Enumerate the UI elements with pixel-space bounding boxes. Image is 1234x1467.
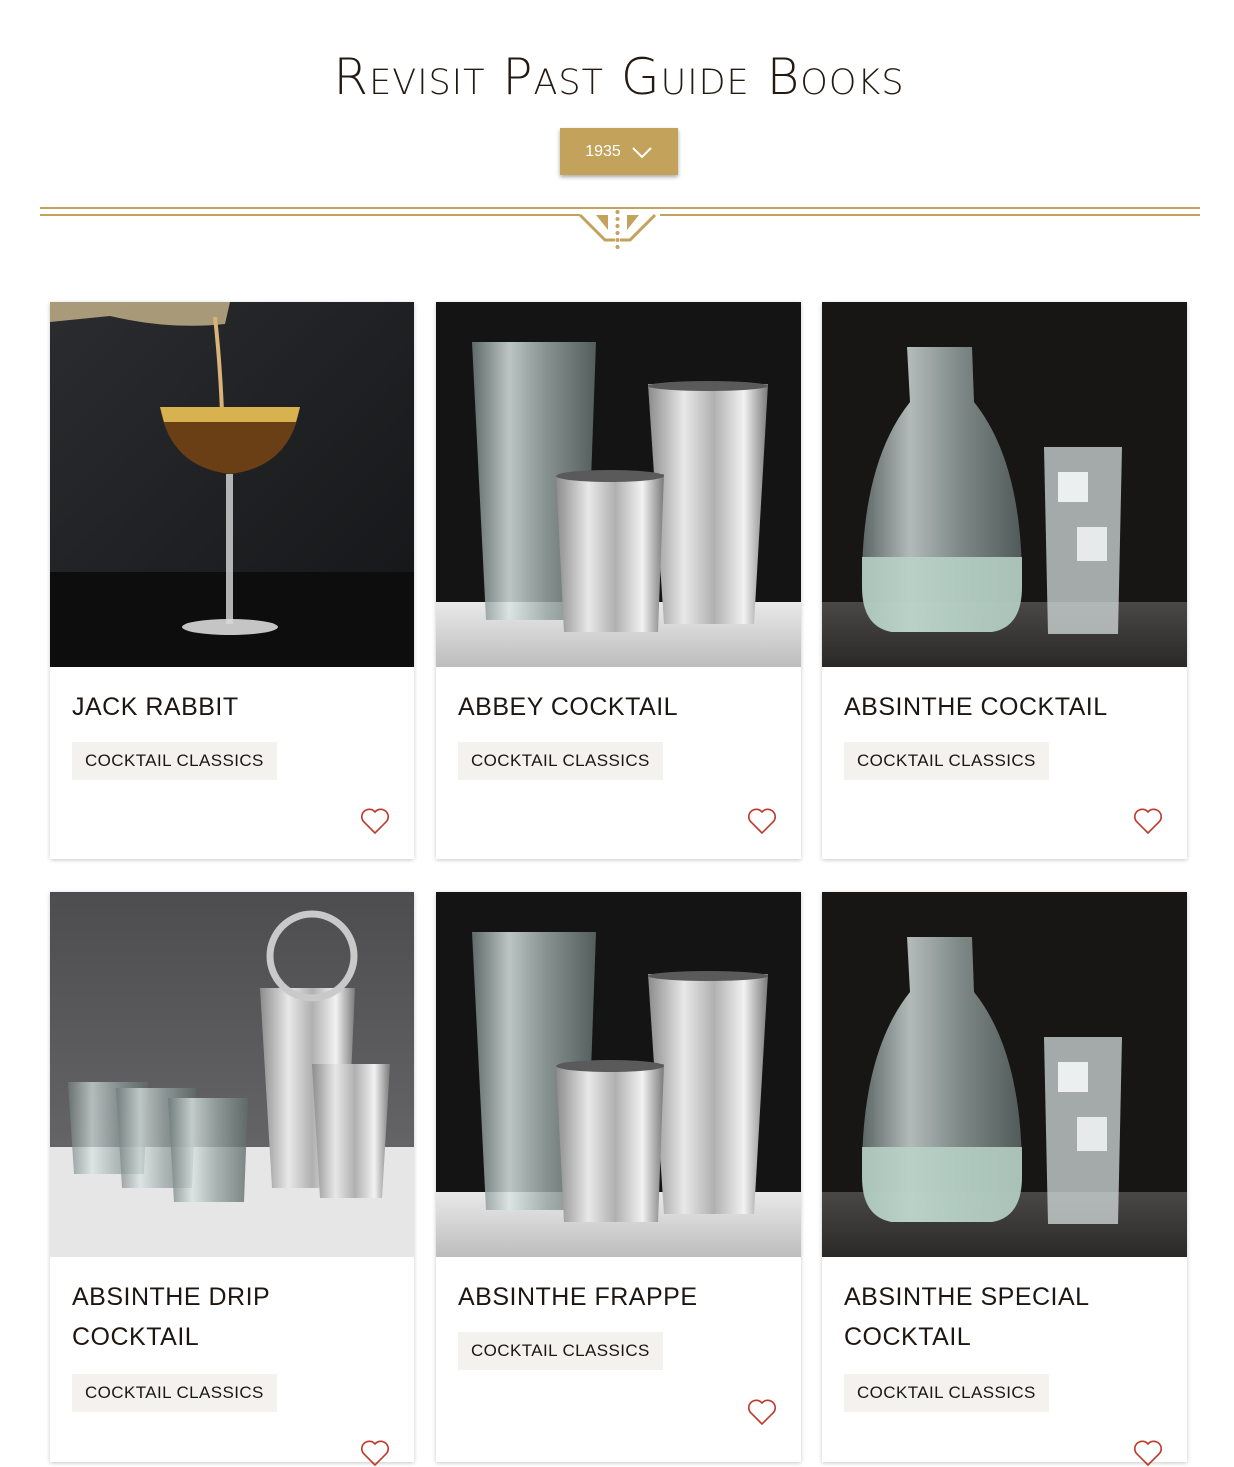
recipe-title[interactable]: Absinthe Cocktail: [844, 687, 1165, 727]
year-select[interactable]: 1935: [560, 128, 678, 175]
recipe-card[interactable]: Absinthe Cocktail Cocktail Classics: [822, 302, 1187, 859]
page-title: Revisit Past Guide Books: [333, 48, 905, 106]
favorite-button[interactable]: [747, 807, 777, 835]
carafe-and-highball-photo: [822, 892, 1187, 1257]
shaker-tins-photo: [436, 302, 801, 667]
recipe-image[interactable]: [50, 302, 414, 667]
recipe-title[interactable]: Abbey Cocktail: [458, 687, 779, 727]
recipe-card[interactable]: Absinthe Frappe Cocktail Classics: [436, 892, 801, 1462]
recipe-card[interactable]: Absinthe Special Cocktail Cocktail Class…: [822, 892, 1187, 1467]
favorite-button[interactable]: [747, 1398, 777, 1426]
year-select-value: 1935: [585, 142, 621, 160]
heart-outline-icon: [360, 807, 390, 835]
recipe-tag[interactable]: Cocktail Classics: [72, 742, 277, 780]
recipe-image[interactable]: [822, 302, 1187, 667]
recipe-tag[interactable]: Cocktail Classics: [458, 1332, 663, 1370]
recipe-tag[interactable]: Cocktail Classics: [844, 1374, 1049, 1412]
heart-outline-icon: [1133, 807, 1163, 835]
chevron-down-icon: [631, 145, 653, 159]
recipe-image[interactable]: [436, 302, 801, 667]
coupe-glass-pour-photo: [50, 302, 414, 667]
favorite-button[interactable]: [360, 1439, 390, 1467]
favorite-button[interactable]: [360, 807, 390, 835]
recipe-title[interactable]: Jack Rabbit: [72, 687, 392, 727]
recipe-tag[interactable]: Cocktail Classics: [844, 742, 1049, 780]
recipe-tag[interactable]: Cocktail Classics: [72, 1374, 277, 1412]
recipe-card[interactable]: Jack Rabbit Cocktail Classics: [50, 302, 414, 859]
recipe-image[interactable]: [50, 892, 414, 1257]
recipe-image[interactable]: [436, 892, 801, 1257]
recipe-title[interactable]: Absinthe Drip Cocktail: [72, 1277, 392, 1357]
favorite-button[interactable]: [1133, 807, 1163, 835]
shaker-tins-photo: [436, 892, 801, 1257]
recipe-tag[interactable]: Cocktail Classics: [458, 742, 663, 780]
recipe-card[interactable]: Abbey Cocktail Cocktail Classics: [436, 302, 801, 859]
recipe-image[interactable]: [822, 892, 1187, 1257]
recipe-title[interactable]: Absinthe Frappe: [458, 1277, 779, 1317]
heart-outline-icon: [747, 807, 777, 835]
art-deco-divider: [40, 200, 1200, 256]
carafe-and-highball-photo: [822, 302, 1187, 667]
heart-outline-icon: [747, 1398, 777, 1426]
heart-outline-icon: [360, 1439, 390, 1467]
rocks-glasses-and-shaker-photo: [50, 892, 414, 1257]
heart-outline-icon: [1133, 1439, 1163, 1467]
favorite-button[interactable]: [1133, 1439, 1163, 1467]
recipe-card[interactable]: Absinthe Drip Cocktail Cocktail Classics: [50, 892, 414, 1467]
recipe-title[interactable]: Absinthe Special Cocktail: [844, 1277, 1165, 1357]
